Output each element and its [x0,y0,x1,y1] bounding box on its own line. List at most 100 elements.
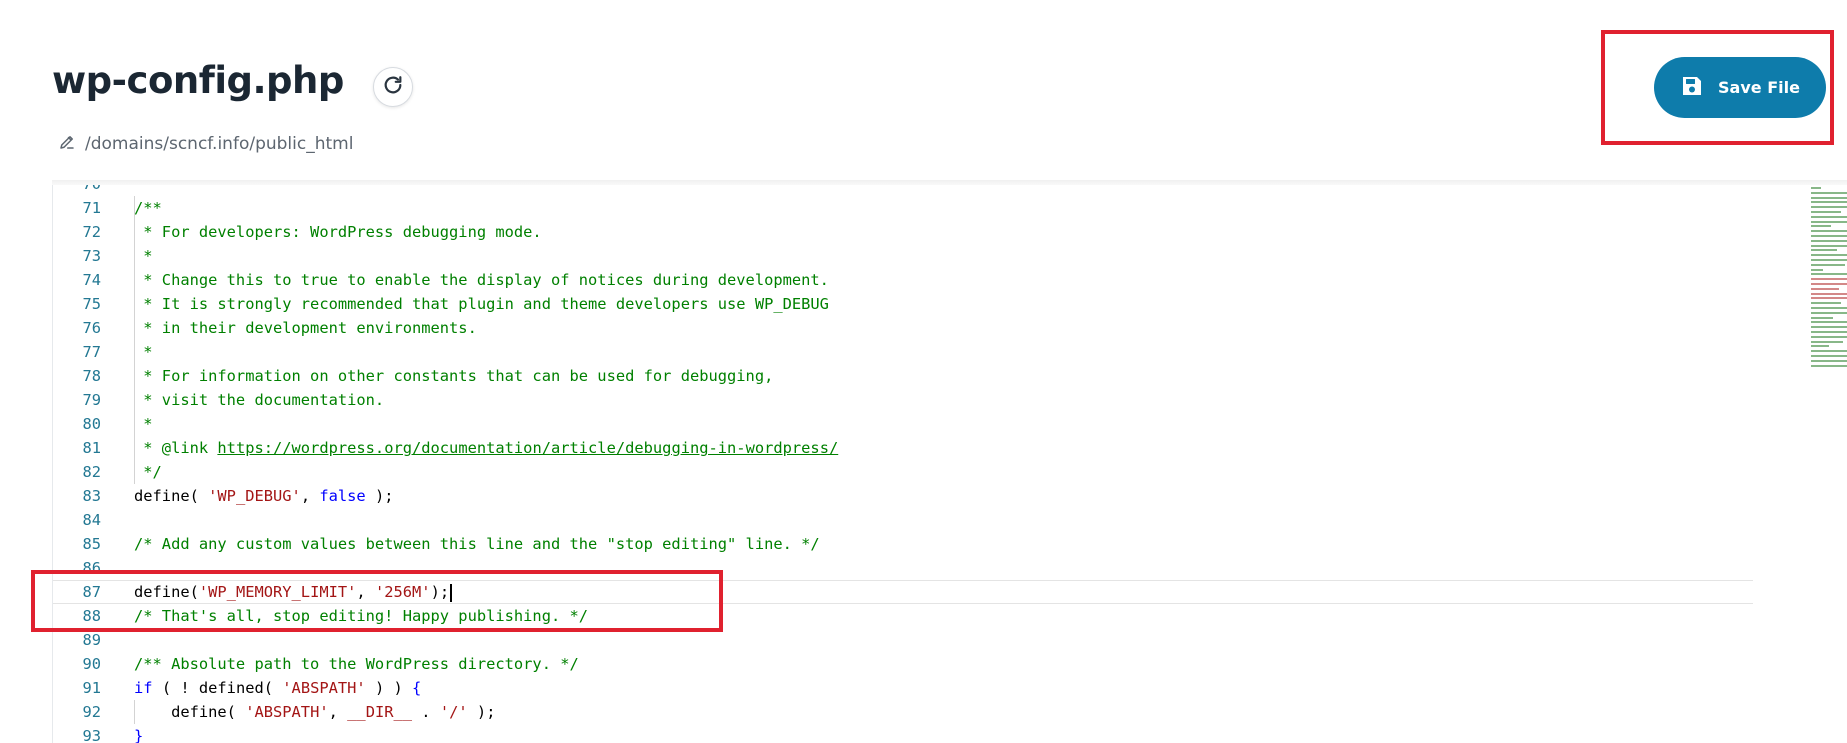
minimap-line [1811,316,1833,319]
line-code[interactable]: */ [134,460,162,484]
minimap-line [1811,292,1847,295]
minimap-line [1811,311,1847,314]
minimap-line [1811,307,1847,309]
code-line[interactable]: 71 /** [53,196,1753,220]
minimap-line [1811,345,1829,348]
minimap-line [1811,273,1847,276]
line-code[interactable]: * @link https://wordpress.org/documentat… [134,436,838,460]
line-number: 84 [82,511,101,529]
line-number: 73 [82,247,101,265]
line-code[interactable]: * Change this to true to enable the disp… [134,268,829,292]
code-lines[interactable]: 7071/**72 * For developers: WordPress de… [53,185,1753,743]
indent-guide [134,388,135,412]
code-line[interactable]: 90 /** Absolute path to the WordPress dir… [53,652,1753,676]
minimap-line [1811,359,1847,362]
code-line[interactable]: 91 if ( ! defined( 'ABSPATH' ) ) { [53,676,1753,700]
line-number: 72 [82,223,101,241]
minimap-line [1811,230,1847,233]
code-line[interactable]: 80 * [53,412,1753,436]
minimap[interactable] [1810,185,1847,385]
minimap-line [1811,215,1847,218]
indent-guide [134,460,135,484]
line-number: 76 [82,319,101,337]
minimap-line [1811,235,1847,237]
line-code[interactable]: * [134,340,152,364]
line-code[interactable]: /* Add any custom values between this li… [134,532,820,556]
line-number: 71 [82,199,101,217]
line-code[interactable]: /** Absolute path to the WordPress direc… [134,652,579,676]
code-line[interactable]: 93} [53,724,1753,743]
indent-guide [134,268,135,292]
minimap-line [1811,331,1847,333]
code-line[interactable]: 72 * For developers: WordPress debugging… [53,220,1753,244]
minimap-line [1811,206,1847,209]
code-line[interactable]: 83 define( 'WP_DEBUG', false ); [53,484,1753,508]
line-code[interactable]: } [134,724,143,743]
minimap-line [1811,263,1845,266]
minimap-line [1811,287,1839,290]
pencil-icon[interactable] [58,133,76,156]
line-number: 81 [82,439,101,457]
code-line[interactable]: 85 /* Add any custom values between this … [53,532,1753,556]
line-code[interactable]: define( 'WP_DEBUG', false ); [134,484,394,508]
indent-guide [134,244,135,268]
minimap-line [1811,259,1847,261]
minimap-line [1811,196,1847,199]
line-code[interactable]: * visit the documentation. [134,388,384,412]
line-code[interactable]: /** [134,196,162,220]
file-path: /domains/scncf.info/public_html [58,133,353,155]
line-code[interactable]: * For developers: WordPress debugging mo… [134,220,541,244]
code-line[interactable]: 79 * visit the documentation. [53,388,1753,412]
page-title: wp-config.php [52,59,344,102]
refresh-icon [382,74,404,101]
line-number: 93 [82,727,101,743]
highlight-save-button [1601,30,1834,145]
minimap-line [1811,340,1843,343]
line-number: 85 [82,535,101,553]
file-path-text: /domains/scncf.info/public_html [85,134,354,154]
code-line[interactable]: 74 * Change this to true to enable the d… [53,268,1753,292]
line-code[interactable]: * It is strongly recommended that plugin… [134,292,829,316]
line-number: 79 [82,391,101,409]
minimap-line [1811,364,1847,367]
code-line[interactable]: 81 * @link https://wordpress.org/documen… [53,436,1753,460]
indent-guide [134,340,135,364]
code-line[interactable]: 78 * For information on other constants … [53,364,1753,388]
minimap-line [1811,254,1847,257]
reload-button[interactable] [373,67,413,107]
line-number: 80 [82,415,101,433]
code-editor[interactable]: 7071/**72 * For developers: WordPress de… [52,185,1847,743]
code-line[interactable]: 75 * It is strongly recommended that plu… [53,292,1753,316]
line-number: 82 [82,463,101,481]
code-line[interactable]: 84 [53,508,1753,532]
line-number: 75 [82,295,101,313]
line-code[interactable]: define( 'ABSPATH', __DIR__ . '/' ); [134,700,495,724]
minimap-line [1811,239,1847,242]
code-line[interactable]: 77 * [53,340,1753,364]
minimap-line [1811,283,1847,285]
line-code[interactable]: if ( ! defined( 'ABSPATH' ) ) { [134,676,421,700]
minimap-line [1811,225,1831,228]
line-code[interactable]: * in their development environments. [134,316,477,340]
line-code[interactable]: * [134,412,152,436]
minimap-line [1811,211,1841,213]
code-line[interactable]: 92 define( 'ABSPATH', __DIR__ . '/' ); [53,700,1753,724]
indent-guide [134,292,135,316]
minimap-line [1811,191,1847,194]
code-line[interactable]: 73 * [53,244,1753,268]
code-line[interactable]: 70 [53,185,1753,196]
line-code[interactable]: * For information on other constants tha… [134,364,773,388]
minimap-line [1811,278,1847,281]
code-line[interactable]: 82 */ [53,460,1753,484]
line-number: 91 [82,679,101,697]
line-number: 74 [82,271,101,289]
line-code[interactable]: * [134,244,152,268]
minimap-line [1811,244,1847,247]
minimap-line [1811,187,1821,189]
indent-guide [134,700,135,724]
minimap-line [1811,297,1847,300]
minimap-line [1811,335,1847,338]
minimap-line [1811,249,1837,252]
minimap-line [1811,350,1847,353]
code-line[interactable]: 76 * in their development environments. [53,316,1753,340]
